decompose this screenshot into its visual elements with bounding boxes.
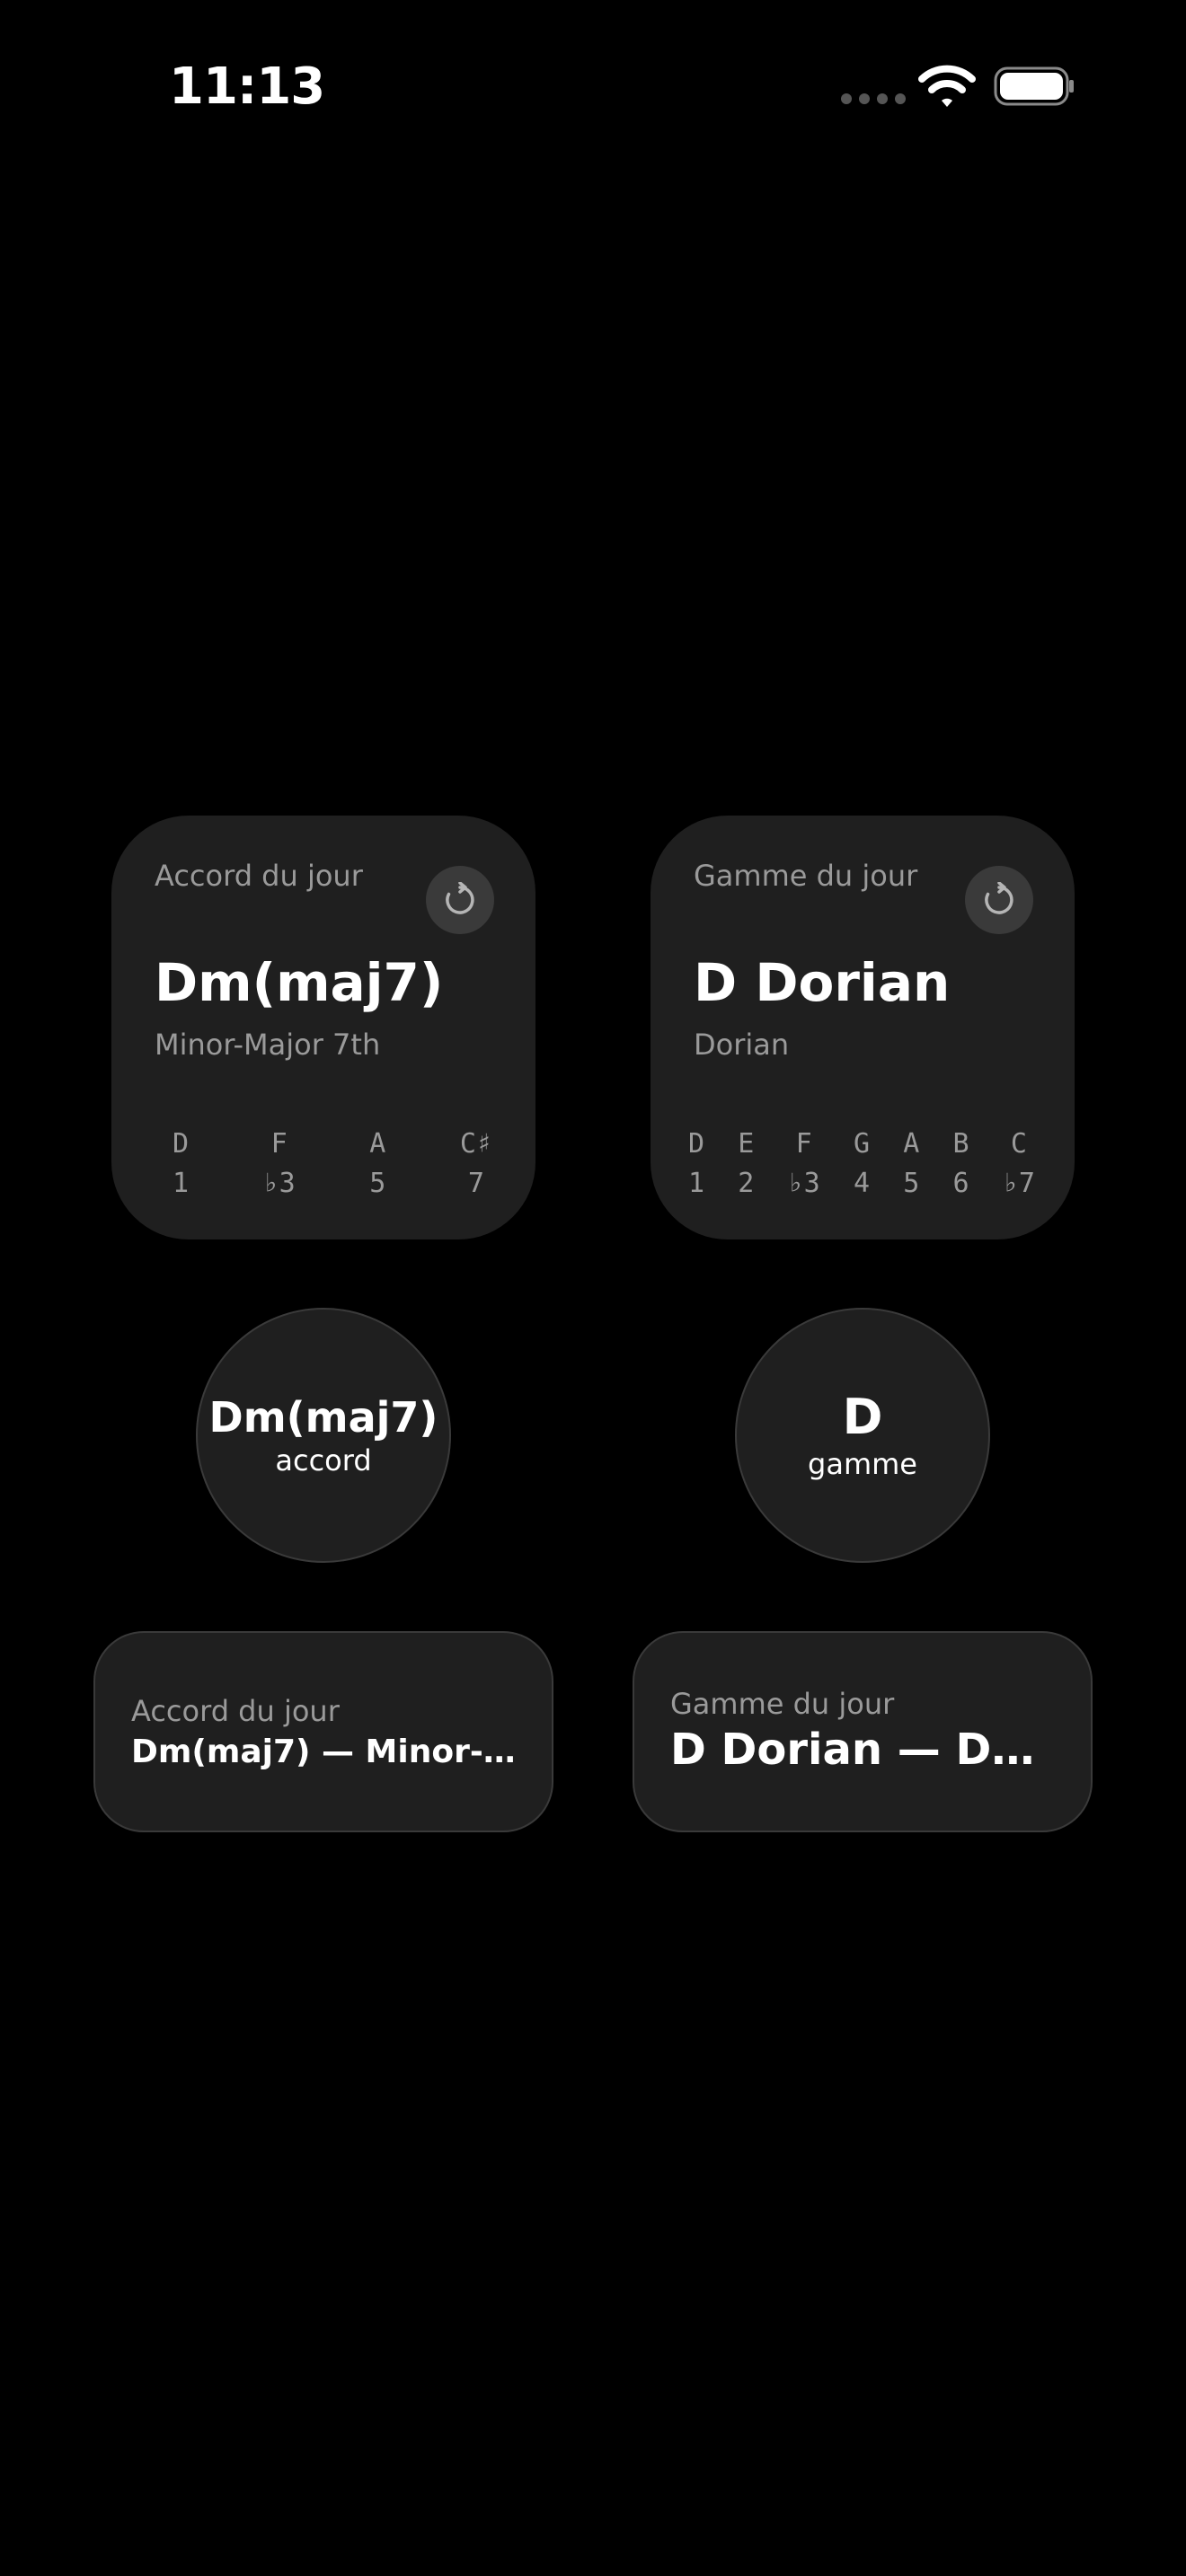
widget-label: Gamme du jour xyxy=(670,1687,895,1721)
chord-widget-rectangular[interactable]: Accord du jour Dm(maj7) — Minor-Major 7t… xyxy=(93,1631,553,1832)
widget-label: Accord du jour xyxy=(155,859,363,893)
scale-notes: D 1 E 2 F ♭3 G 4 A 5 B 6 C ♭7 xyxy=(688,1125,1035,1204)
chord-quality: Minor-Major 7th xyxy=(155,1028,381,1062)
scale-summary: D Dorian — Dorian xyxy=(670,1725,1058,1775)
wifi-icon xyxy=(918,65,976,107)
note-degree: 2 xyxy=(738,1168,755,1199)
chord-summary: Dm(maj7) — Minor-Major 7th xyxy=(131,1734,519,1770)
refresh-icon xyxy=(446,882,474,914)
chord-name: Dm(maj7) xyxy=(208,1393,438,1442)
note-degree: 5 xyxy=(903,1168,920,1199)
note-degree: 7 xyxy=(467,1168,484,1199)
chord-caption: accord xyxy=(275,1443,372,1478)
note-degree: 1 xyxy=(688,1168,705,1199)
note-degree: 5 xyxy=(369,1168,386,1199)
note-name: D xyxy=(173,1128,190,1160)
note-column: A 5 xyxy=(369,1125,385,1204)
note-name: D xyxy=(688,1128,705,1160)
note-column: G 4 xyxy=(854,1125,870,1204)
scale-of-the-day-widget-large[interactable]: Gamme du jour D Dorian Dorian D 1 E 2 F … xyxy=(651,816,1075,1239)
note-degree: ♭7 xyxy=(1002,1168,1035,1199)
note-name: F xyxy=(795,1128,812,1160)
widget-label: Gamme du jour xyxy=(694,859,918,893)
note-degree: 1 xyxy=(173,1168,190,1199)
chord-name: Dm(maj7) xyxy=(155,952,444,1013)
chord-notes: D 1 F ♭3 A 5 C♯ 7 xyxy=(173,1125,492,1204)
chord-of-the-day-widget-large[interactable]: Accord du jour Dm(maj7) Minor-Major 7th … xyxy=(111,816,535,1239)
note-name: C♯ xyxy=(459,1128,492,1160)
scale-root: D xyxy=(842,1389,883,1445)
note-column: A 5 xyxy=(903,1125,919,1204)
scale-widget-circular[interactable]: D gamme xyxy=(735,1308,990,1563)
note-column: E 2 xyxy=(738,1125,754,1204)
scale-caption: gamme xyxy=(808,1447,917,1481)
note-degree: ♭3 xyxy=(787,1168,820,1199)
note-name: F xyxy=(270,1128,288,1160)
note-degree: ♭3 xyxy=(262,1168,296,1199)
note-column: B 6 xyxy=(953,1125,969,1204)
refresh-icon xyxy=(985,882,1013,914)
widget-label: Accord du jour xyxy=(131,1694,340,1728)
note-name: E xyxy=(738,1128,755,1160)
note-column: F ♭3 xyxy=(263,1125,296,1204)
signal-dots-icon xyxy=(841,93,906,104)
note-column: D 1 xyxy=(173,1125,189,1204)
note-degree: 6 xyxy=(952,1168,969,1199)
note-column: F ♭3 xyxy=(788,1125,820,1204)
battery-icon xyxy=(994,66,1074,106)
note-name: A xyxy=(903,1128,920,1160)
note-name: G xyxy=(853,1128,871,1160)
note-column: C♯ 7 xyxy=(460,1125,492,1204)
chord-widget-circular[interactable]: Dm(maj7) accord xyxy=(196,1308,451,1563)
refresh-chord-button[interactable] xyxy=(426,866,494,934)
note-name: C xyxy=(1010,1128,1027,1160)
status-time: 11:13 xyxy=(169,57,325,116)
scale-name: D Dorian xyxy=(694,952,951,1013)
note-name: A xyxy=(369,1128,386,1160)
refresh-scale-button[interactable] xyxy=(965,866,1033,934)
scale-mode: Dorian xyxy=(694,1028,790,1062)
note-name: B xyxy=(952,1128,969,1160)
note-column: C ♭7 xyxy=(1003,1125,1035,1204)
scale-widget-rectangular[interactable]: Gamme du jour D Dorian — Dorian xyxy=(633,1631,1093,1832)
note-column: D 1 xyxy=(688,1125,704,1204)
note-degree: 4 xyxy=(853,1168,871,1199)
